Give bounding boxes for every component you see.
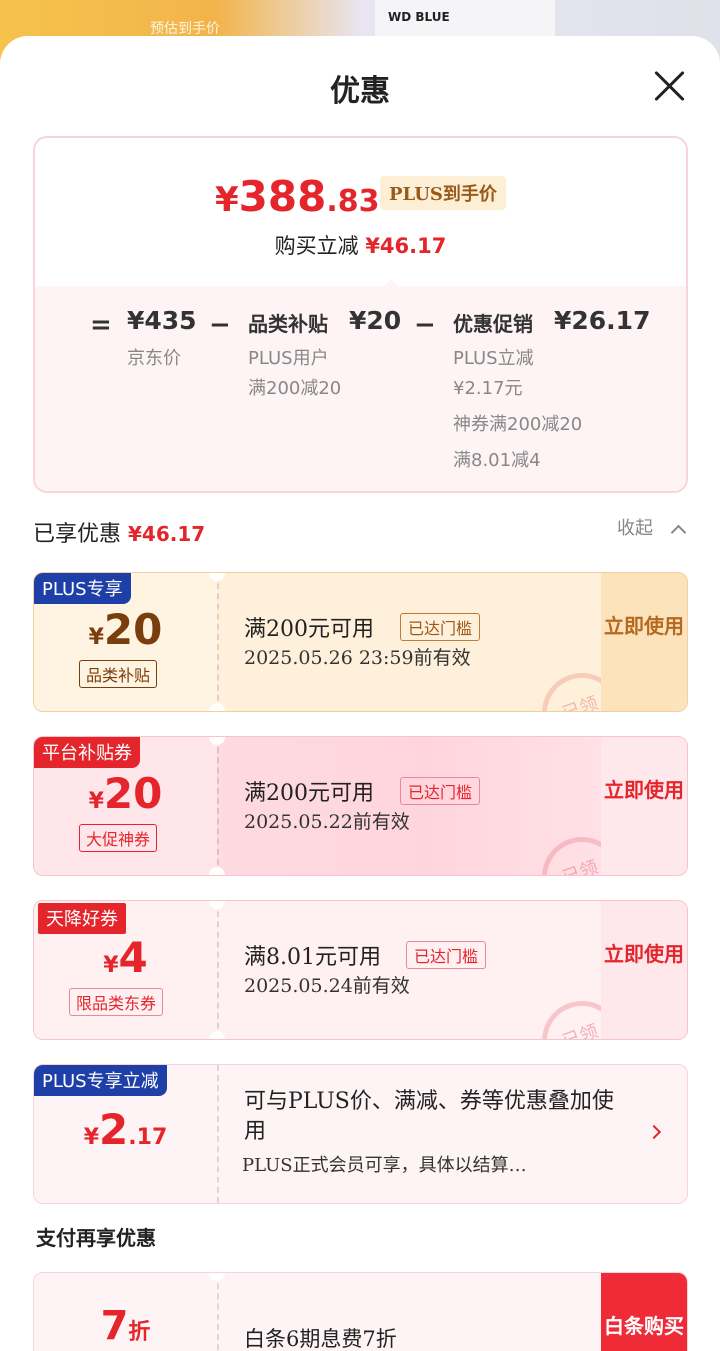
coupon-currency: ¥ bbox=[103, 953, 119, 978]
category-subsidy-label: 品类补贴 bbox=[248, 312, 328, 336]
payment-discount-card[interactable]: 7折 白条6期息费7折 白条购买 bbox=[33, 1272, 688, 1351]
category-subsidy-amount: ¥20 bbox=[349, 306, 402, 335]
discount-note: PLUS正式会员可享，具体以结算… bbox=[242, 1155, 527, 1176]
minus-sign-2: − bbox=[414, 310, 436, 340]
coupon-divider bbox=[217, 737, 219, 875]
plus-instant-discount-card[interactable]: PLUS专享立减 ¥2.17 可与PLUS价、满减、券等优惠叠加使用 PLUS正… bbox=[33, 1064, 688, 1204]
reduce-line: 购买立减 ¥46.17 bbox=[35, 230, 686, 260]
payment-condition: 白条6期息费7折 bbox=[244, 1327, 397, 1351]
plus-price-tag: PLUS到手价 bbox=[380, 176, 506, 210]
coupon-decimal: .17 bbox=[128, 1125, 168, 1150]
background-wd-label: WD BLUE bbox=[388, 10, 450, 24]
coupon-card-platform[interactable]: 平台补贴券 ¥20 大促神券 满200元可用 已达门槛 2025.05.22前有… bbox=[33, 736, 688, 876]
coupon-condition: 满200元可用 bbox=[244, 781, 374, 806]
coupon-type-tag: 品类补贴 bbox=[79, 660, 158, 688]
coupon-amount: ¥20 bbox=[34, 769, 217, 818]
minus-sign-1: − bbox=[209, 310, 231, 340]
coupon-amount: ¥2.17 bbox=[34, 1105, 217, 1154]
category-subsidy-sub2: 满200减20 bbox=[248, 378, 342, 399]
coupon-value: 20 bbox=[103, 605, 163, 654]
final-price-decimal: .83 bbox=[326, 184, 380, 219]
discount-sheet: 优惠 ¥388.83 PLUS到手价 购买立减 ¥46.17 = ¥435 京东… bbox=[0, 36, 720, 1351]
coupon-notch-bottom bbox=[209, 1031, 225, 1039]
sheet-title: 优惠 bbox=[330, 74, 390, 109]
reduce-amount: ¥46.17 bbox=[365, 234, 447, 258]
jd-price-label: 京东价 bbox=[127, 348, 181, 369]
coupon-notch-bottom bbox=[209, 867, 225, 875]
payment-discount-amount: 7折 bbox=[34, 1303, 217, 1349]
coupon-condition: 满8.01元可用 bbox=[244, 945, 381, 970]
coupon-validity: 2025.05.24前有效 bbox=[244, 975, 410, 997]
coupon-badge: 天降好券 bbox=[38, 903, 126, 934]
collapse-button[interactable]: 收起 bbox=[617, 514, 653, 540]
coupon-card-plus[interactable]: PLUS专享 ¥20 品类补贴 满200元可用 已达门槛 2025.05.26 … bbox=[33, 572, 688, 712]
jd-price: ¥435 bbox=[127, 306, 197, 335]
promo-sub3: 神券满200减20 bbox=[453, 414, 583, 435]
coupon-divider bbox=[217, 573, 219, 711]
coupon-validity: 2025.05.26 23:59前有效 bbox=[244, 647, 471, 669]
price-summary-card: ¥388.83 PLUS到手价 购买立减 ¥46.17 = ¥435 京东价 −… bbox=[33, 136, 688, 493]
coupon-badge: PLUS专享 bbox=[34, 573, 131, 604]
final-price: ¥388.83 bbox=[215, 172, 380, 221]
coupon-currency: ¥ bbox=[88, 789, 104, 814]
promo-sub2: ¥2.17元 bbox=[453, 378, 523, 399]
coupon-currency: ¥ bbox=[83, 1125, 100, 1150]
coupon-currency: ¥ bbox=[88, 625, 104, 650]
final-price-currency: ¥ bbox=[215, 180, 239, 220]
final-price-integer: 388 bbox=[238, 172, 327, 221]
coupon-divider bbox=[217, 1065, 219, 1203]
threshold-met-badge: 已达门槛 bbox=[400, 777, 481, 805]
coupon-value: 2 bbox=[99, 1105, 129, 1154]
threshold-met-badge: 已达门槛 bbox=[406, 941, 487, 969]
payment-discount-unit: 折 bbox=[128, 1320, 151, 1345]
category-subsidy-sub1: PLUS用户 bbox=[248, 348, 329, 369]
coupon-notch-bottom bbox=[209, 703, 225, 711]
coupon-validity: 2025.05.22前有效 bbox=[244, 811, 410, 833]
promo-sub4: 满8.01减4 bbox=[453, 450, 541, 471]
chevron-up-icon[interactable] bbox=[670, 524, 687, 541]
payment-discount-title: 支付再享优惠 bbox=[36, 1226, 156, 1250]
promo-sub1: PLUS立减 bbox=[453, 348, 534, 369]
use-now-button[interactable]: 立即使用 bbox=[601, 573, 687, 711]
coupon-condition: 满200元可用 bbox=[244, 617, 374, 642]
enjoyed-label: 已享优惠 bbox=[33, 522, 122, 547]
promo-label: 优惠促销 bbox=[453, 312, 533, 336]
coupon-divider bbox=[217, 901, 219, 1039]
coupon-badge: 平台补贴券 bbox=[34, 737, 140, 768]
background-product-text: 预估到手价 bbox=[150, 21, 220, 37]
coupon-badge: PLUS专享立减 bbox=[34, 1065, 167, 1096]
use-now-button[interactable]: 立即使用 bbox=[601, 737, 687, 875]
use-now-button[interactable]: 立即使用 bbox=[601, 901, 687, 1039]
coupon-type-tag: 大促神券 bbox=[79, 824, 158, 852]
equals-sign: = bbox=[90, 310, 112, 340]
enjoyed-amount: ¥46.17 bbox=[128, 522, 206, 546]
coupon-divider bbox=[217, 1273, 219, 1351]
payment-discount-value: 7 bbox=[100, 1303, 129, 1349]
breakdown-notch bbox=[383, 279, 399, 287]
coupon-card-sky[interactable]: 天降好券 ¥4 限品类东券 满8.01元可用 已达门槛 2025.05.24前有… bbox=[33, 900, 688, 1040]
discount-description: 可与PLUS价、满减、券等优惠叠加使用 bbox=[244, 1089, 614, 1144]
coupon-value: 20 bbox=[103, 769, 163, 818]
enjoyed-discount-title: 已享优惠 ¥46.17 bbox=[33, 516, 205, 548]
coupon-amount: ¥4 bbox=[34, 933, 217, 982]
threshold-met-badge: 已达门槛 bbox=[400, 613, 481, 641]
promo-amount: ¥26.17 bbox=[554, 306, 651, 335]
chevron-right-icon[interactable] bbox=[646, 1124, 662, 1140]
reduce-label: 购买立减 bbox=[274, 234, 359, 258]
coupon-amount: ¥20 bbox=[34, 605, 217, 654]
baitiao-buy-button[interactable]: 白条购买 bbox=[601, 1273, 687, 1351]
coupon-type-tag: 限品类东券 bbox=[69, 988, 164, 1016]
coupon-value: 4 bbox=[118, 933, 148, 982]
close-icon[interactable] bbox=[650, 66, 690, 106]
